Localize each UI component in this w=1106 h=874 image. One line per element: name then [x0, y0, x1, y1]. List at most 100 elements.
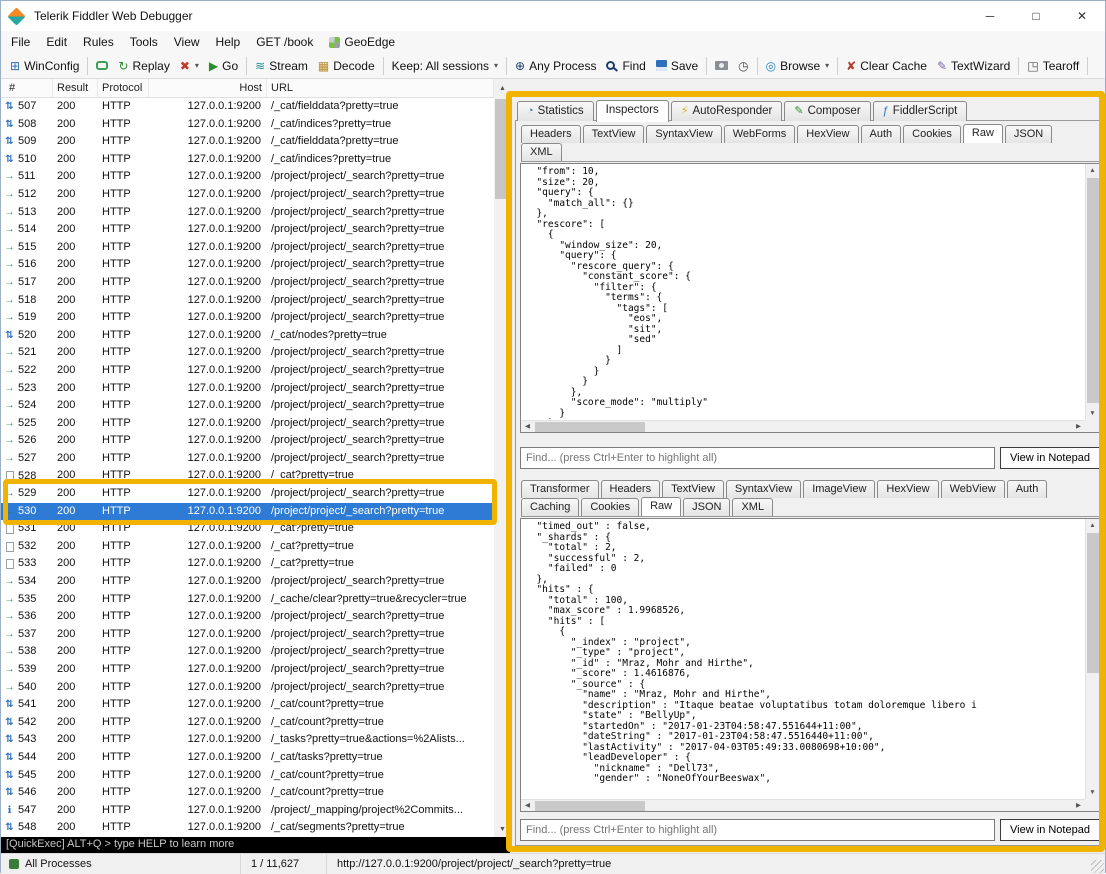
session-row-540[interactable]: →540200HTTP127.0.0.1:9200/project/projec…	[1, 679, 494, 697]
request-find-input[interactable]	[520, 447, 995, 469]
tab-auth[interactable]: Auth	[861, 125, 902, 143]
request-vertical-scrollbar[interactable]: ▲ ▼	[1085, 164, 1099, 420]
column-header-result[interactable]: Result	[53, 79, 98, 97]
timer-button[interactable]: ◷	[733, 58, 753, 74]
replay-button[interactable]: ↻Replay	[113, 57, 174, 75]
tab-caching[interactable]: Caching	[521, 498, 579, 516]
scroll-right-icon[interactable]: ▶	[1072, 800, 1085, 811]
session-row-512[interactable]: →512200HTTP127.0.0.1:9200/project/projec…	[1, 186, 494, 204]
tab-hexview[interactable]: HexView	[797, 125, 858, 143]
tab-headers[interactable]: Headers	[521, 125, 581, 143]
tab-webview[interactable]: WebView	[941, 480, 1005, 498]
session-list-scrollbar[interactable]: ▲ ▼	[494, 79, 511, 837]
winconfig-button[interactable]: ⊞WinConfig	[5, 57, 84, 75]
tab-composer[interactable]: ✎Composer	[784, 101, 870, 121]
session-row-509[interactable]: ⇅509200HTTP127.0.0.1:9200/_cat/fielddata…	[1, 133, 494, 151]
menu-item-geoedge[interactable]: GeoEdge	[321, 33, 403, 51]
session-row-531[interactable]: 531200HTTP127.0.0.1:9200/_cat?pretty=tru…	[1, 520, 494, 538]
session-row-513[interactable]: →513200HTTP127.0.0.1:9200/project/projec…	[1, 204, 494, 222]
session-row-522[interactable]: →522200HTTP127.0.0.1:9200/project/projec…	[1, 362, 494, 380]
session-row-537[interactable]: →537200HTTP127.0.0.1:9200/project/projec…	[1, 626, 494, 644]
scroll-up-icon[interactable]: ▲	[1086, 164, 1099, 177]
scroll-left-icon[interactable]: ◀	[521, 800, 534, 811]
close-button[interactable]: ✕	[1059, 1, 1105, 31]
scroll-up-icon[interactable]: ▲	[1086, 519, 1099, 532]
response-view-in-notepad-button[interactable]: View in Notepad	[1000, 819, 1100, 841]
tab-inspectors[interactable]: Inspectors	[596, 100, 669, 122]
menu-item-edit[interactable]: Edit	[38, 33, 75, 51]
menu-item-view[interactable]: View	[166, 33, 208, 51]
session-row-517[interactable]: →517200HTTP127.0.0.1:9200/project/projec…	[1, 274, 494, 292]
tab-hexview[interactable]: HexView	[877, 480, 938, 498]
tab-json[interactable]: JSON	[683, 498, 730, 516]
scroll-down-icon[interactable]: ▼	[1086, 407, 1099, 420]
session-row-529[interactable]: →529200HTTP127.0.0.1:9200/project/projec…	[1, 485, 494, 503]
maximize-button[interactable]: □	[1013, 1, 1059, 31]
session-row-535[interactable]: →535200HTTP127.0.0.1:9200/_cache/clear?p…	[1, 591, 494, 609]
quickexec-bar[interactable]: [QuickExec] ALT+Q > type HELP to learn m…	[1, 837, 510, 853]
session-row-523[interactable]: →523200HTTP127.0.0.1:9200/project/projec…	[1, 380, 494, 398]
tab-fiddlerscript[interactable]: ƒFiddlerScript	[873, 101, 968, 121]
tab-headers[interactable]: Headers	[601, 480, 661, 498]
tab-textview[interactable]: TextView	[662, 480, 724, 498]
tab-xml[interactable]: XML	[732, 498, 773, 516]
request-raw-view[interactable]: "from": 10, "size": 20, "query": { "matc…	[520, 163, 1100, 433]
session-row-534[interactable]: →534200HTTP127.0.0.1:9200/project/projec…	[1, 573, 494, 591]
session-row-542[interactable]: ⇅542200HTTP127.0.0.1:9200/_cat/count?pre…	[1, 714, 494, 732]
request-horizontal-scrollbar[interactable]: ◀ ▶	[521, 420, 1085, 432]
menu-item-rules[interactable]: Rules	[75, 33, 122, 51]
tab-raw[interactable]: Raw	[641, 497, 681, 516]
session-row-507[interactable]: ⇅507200HTTP127.0.0.1:9200/_cat/fielddata…	[1, 98, 494, 116]
response-horizontal-scrollbar[interactable]: ◀ ▶	[521, 799, 1085, 811]
session-row-516[interactable]: →516200HTTP127.0.0.1:9200/project/projec…	[1, 256, 494, 274]
column-header-url[interactable]: URL	[267, 79, 494, 97]
session-row-545[interactable]: ⇅545200HTTP127.0.0.1:9200/_cat/count?pre…	[1, 767, 494, 785]
scroll-up-icon[interactable]: ▲	[494, 81, 511, 96]
scroll-left-icon[interactable]: ◀	[521, 421, 534, 432]
minimize-button[interactable]: ─	[967, 1, 1013, 31]
scrollbar-thumb[interactable]	[1087, 178, 1099, 403]
session-row-541[interactable]: ⇅541200HTTP127.0.0.1:9200/_cat/count?pre…	[1, 696, 494, 714]
capture-toggle[interactable]: All Processes	[1, 854, 241, 874]
session-row-526[interactable]: →526200HTTP127.0.0.1:9200/project/projec…	[1, 432, 494, 450]
tab-imageview[interactable]: ImageView	[803, 480, 875, 498]
camera-button[interactable]	[710, 59, 733, 72]
session-row-539[interactable]: →539200HTTP127.0.0.1:9200/project/projec…	[1, 661, 494, 679]
session-row-508[interactable]: ⇅508200HTTP127.0.0.1:9200/_cat/indices?p…	[1, 116, 494, 134]
session-row-527[interactable]: →527200HTTP127.0.0.1:9200/project/projec…	[1, 450, 494, 468]
response-vertical-scrollbar[interactable]: ▲ ▼	[1085, 519, 1099, 799]
remove-sessions-button[interactable]: ✖▾	[175, 58, 204, 74]
scrollbar-thumb[interactable]	[1087, 533, 1099, 673]
response-raw-view[interactable]: "timed_out" : false, "_shards" : { "tota…	[520, 518, 1100, 812]
session-row-546[interactable]: ⇅546200HTTP127.0.0.1:9200/_cat/count?pre…	[1, 784, 494, 802]
tab-auth[interactable]: Auth	[1007, 480, 1048, 498]
session-row-525[interactable]: →525200HTTP127.0.0.1:9200/project/projec…	[1, 415, 494, 433]
tab-syntaxview[interactable]: SyntaxView	[646, 125, 721, 143]
tab-textview[interactable]: TextView	[583, 125, 645, 143]
session-row-528[interactable]: 528200HTTP127.0.0.1:9200/_cat?pretty=tru…	[1, 467, 494, 485]
session-row-521[interactable]: →521200HTTP127.0.0.1:9200/project/projec…	[1, 344, 494, 362]
tab-syntaxview[interactable]: SyntaxView	[726, 480, 801, 498]
comment-button[interactable]	[91, 59, 113, 72]
clear-cache-button[interactable]: ✘Clear Cache	[841, 57, 932, 75]
column-header-protocol[interactable]: Protocol	[98, 79, 149, 97]
tab-transformer[interactable]: Transformer	[521, 480, 599, 498]
menu-item-get-book[interactable]: GET /book	[248, 33, 321, 51]
save-button[interactable]: Save	[651, 57, 703, 75]
column-header-hash[interactable]: #	[1, 79, 53, 97]
session-row-518[interactable]: →518200HTTP127.0.0.1:9200/project/projec…	[1, 292, 494, 310]
menu-item-help[interactable]: Help	[208, 33, 249, 51]
go-button[interactable]: ▶Go	[204, 57, 243, 75]
session-row-544[interactable]: ⇅544200HTTP127.0.0.1:9200/_cat/tasks?pre…	[1, 749, 494, 767]
scroll-down-icon[interactable]: ▼	[1086, 786, 1099, 799]
session-row-510[interactable]: ⇅510200HTTP127.0.0.1:9200/_cat/indices?p…	[1, 151, 494, 169]
session-row-536[interactable]: →536200HTTP127.0.0.1:9200/project/projec…	[1, 608, 494, 626]
tab-xml[interactable]: XML	[521, 143, 562, 161]
request-view-in-notepad-button[interactable]: View in Notepad	[1000, 447, 1100, 469]
response-find-input[interactable]	[520, 819, 995, 841]
session-row-511[interactable]: →511200HTTP127.0.0.1:9200/project/projec…	[1, 168, 494, 186]
session-row-538[interactable]: →538200HTTP127.0.0.1:9200/project/projec…	[1, 643, 494, 661]
scrollbar-thumb[interactable]	[535, 422, 645, 432]
session-row-524[interactable]: →524200HTTP127.0.0.1:9200/project/projec…	[1, 397, 494, 415]
tab-cookies[interactable]: Cookies	[903, 125, 961, 143]
